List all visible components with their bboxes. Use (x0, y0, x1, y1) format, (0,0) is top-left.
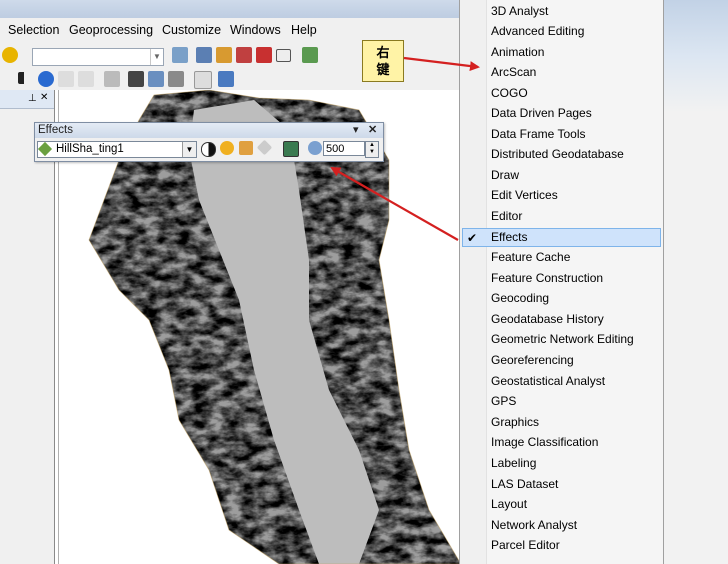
annotation-arrows (330, 56, 480, 241)
arrow-to-menu (403, 56, 480, 71)
arrow-to-effects-toolbar (330, 167, 459, 241)
